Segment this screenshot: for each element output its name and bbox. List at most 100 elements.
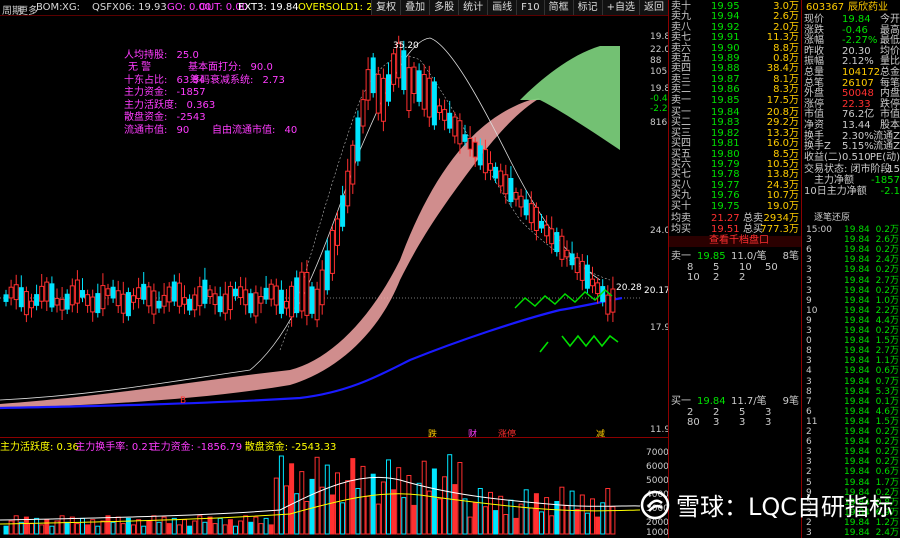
candlestick[interactable] [513, 187, 519, 207]
volume-bar[interactable] [508, 499, 514, 535]
volume-bar[interactable] [319, 486, 325, 535]
ask-row[interactable]: 卖一 19.85 17.5万 [669, 95, 801, 107]
toolbar-button[interactable]: +自选 [601, 0, 639, 15]
volume-bar[interactable] [131, 524, 136, 535]
volume-bar[interactable] [442, 476, 448, 535]
volume-bar[interactable] [192, 520, 198, 535]
volume-bar[interactable] [299, 471, 305, 535]
candlestick[interactable] [95, 283, 101, 318]
candlestick[interactable] [115, 280, 121, 314]
tick-row[interactable]: 9 19.84 1.0万 [802, 296, 900, 306]
candlestick[interactable] [518, 188, 524, 217]
candlestick[interactable] [263, 275, 269, 305]
candlestick[interactable] [579, 253, 585, 291]
volume-bar[interactable] [350, 458, 356, 535]
volume-bar[interactable] [187, 525, 193, 535]
tick-row[interactable]: 3 19.84 1.1万 [802, 356, 900, 366]
candlestick[interactable] [39, 273, 45, 309]
toolbar-button[interactable]: 叠加 [400, 0, 430, 15]
candlestick[interactable] [391, 48, 397, 92]
candlestick[interactable] [197, 276, 203, 316]
volume-bar[interactable] [467, 516, 473, 535]
candlestick[interactable] [253, 285, 259, 324]
candlestick[interactable] [125, 287, 131, 321]
candlestick[interactable] [13, 274, 19, 310]
candlestick[interactable] [3, 289, 9, 307]
toolbar-button[interactable]: 标记 [572, 0, 602, 15]
toolbar-button[interactable]: 画线 [487, 0, 517, 15]
candlestick[interactable] [345, 158, 351, 214]
tick-row[interactable]: 3 19.84 0.2万 [802, 265, 900, 275]
volume-bar[interactable] [544, 497, 550, 535]
candlestick[interactable] [151, 283, 157, 324]
more-label[interactable]: 更多 [18, 2, 38, 15]
volume-bar[interactable] [421, 460, 427, 535]
volume-bar[interactable] [171, 517, 177, 535]
candlestick[interactable] [141, 272, 147, 305]
volume-bar[interactable] [151, 515, 157, 535]
volume-bar[interactable] [69, 516, 75, 535]
candlestick[interactable] [222, 281, 228, 321]
candlestick[interactable] [44, 277, 50, 311]
volume-bar[interactable] [431, 468, 437, 535]
candlestick[interactable] [309, 281, 315, 319]
view-orderbook-button[interactable]: 查看千档盘口 [669, 236, 801, 247]
tick-row[interactable]: 7 19.84 0.1万 [802, 397, 900, 407]
candlestick[interactable] [559, 228, 565, 267]
candlestick[interactable] [176, 273, 182, 314]
candlestick[interactable] [498, 163, 504, 194]
tick-row[interactable]: 3 19.84 2.7万 [802, 276, 900, 286]
volume-bar[interactable] [549, 515, 555, 535]
kline-chart-canvas[interactable] [0, 0, 668, 538]
volume-bar[interactable] [39, 524, 45, 535]
candlestick[interactable] [187, 294, 193, 315]
candlestick[interactable] [539, 213, 544, 233]
volume-bar[interactable] [85, 524, 91, 535]
volume-bar[interactable] [13, 515, 19, 535]
volume-bar[interactable] [294, 493, 300, 535]
candlestick[interactable] [350, 140, 356, 194]
volume-bar[interactable] [355, 488, 361, 535]
volume-bar[interactable] [268, 524, 274, 535]
volume-bar[interactable] [273, 477, 279, 535]
candlestick[interactable] [182, 285, 187, 315]
tick-row[interactable]: 2 19.84 0.2万 [802, 427, 900, 437]
volume-bar[interactable] [248, 521, 254, 535]
volume-bar[interactable] [554, 501, 560, 535]
candlestick[interactable] [421, 64, 427, 117]
candlestick[interactable] [488, 151, 493, 181]
tick-row[interactable]: 3 19.84 0.2万 [802, 457, 900, 467]
volume-bar[interactable] [391, 489, 397, 535]
volume-bar[interactable] [595, 516, 601, 535]
volume-bar[interactable] [120, 523, 126, 535]
volume-bar[interactable] [263, 517, 269, 535]
volume-bar[interactable] [437, 498, 442, 535]
volume-bar[interactable] [528, 507, 534, 535]
tick-row[interactable]: 6 19.84 0.2万 [802, 245, 900, 255]
volume-bar[interactable] [253, 516, 259, 535]
candlestick[interactable] [406, 55, 412, 118]
volume-bar[interactable] [462, 498, 468, 535]
candlestick[interactable] [166, 282, 172, 312]
volume-bar[interactable] [370, 473, 376, 535]
volume-bar[interactable] [411, 504, 417, 535]
candlestick[interactable] [365, 57, 371, 111]
toolbar-button[interactable]: 返回 [639, 0, 668, 15]
volume-bar[interactable] [513, 517, 519, 535]
candlestick[interactable] [294, 270, 300, 318]
candlestick[interactable] [34, 284, 40, 311]
candlestick[interactable] [304, 260, 310, 326]
candlestick[interactable] [508, 166, 514, 207]
volume-bar[interactable] [207, 516, 213, 535]
tick-row[interactable]: 8 19.84 5.3万 [802, 387, 900, 397]
volume-bar[interactable] [202, 521, 208, 535]
candlestick[interactable] [503, 164, 509, 204]
volume-bar[interactable] [304, 501, 310, 535]
volume-bar[interactable] [34, 517, 40, 535]
volume-bar[interactable] [447, 454, 453, 535]
candlestick[interactable] [569, 241, 575, 270]
candlestick[interactable] [217, 286, 223, 317]
volume-bar[interactable] [115, 516, 121, 535]
candlestick[interactable] [431, 77, 437, 130]
volume-bar[interactable] [401, 497, 407, 535]
